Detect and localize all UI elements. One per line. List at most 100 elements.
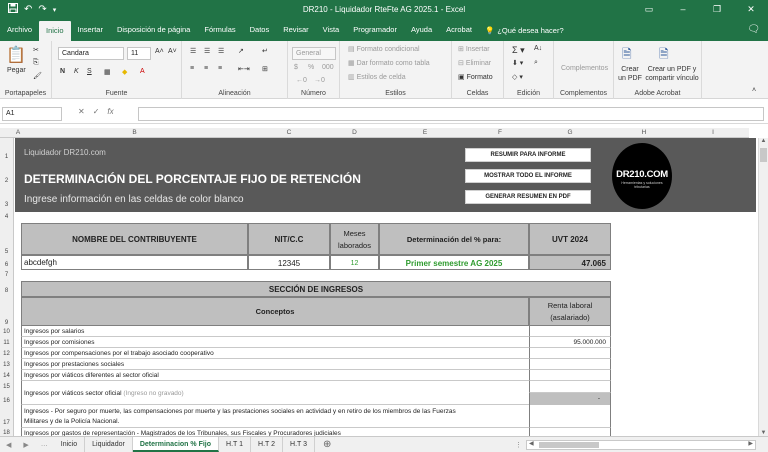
sheet-tab-determinacion[interactable]: Determinacion % Fijo (132, 437, 220, 452)
percent-button[interactable]: % (308, 64, 314, 71)
income-value[interactable] (529, 348, 611, 359)
row-header[interactable]: 12 (0, 348, 14, 359)
column-header[interactable]: B (21, 128, 248, 138)
scroll-left-icon[interactable]: ◀ (529, 440, 534, 447)
column-header[interactable]: I (677, 128, 749, 138)
tab-vista[interactable]: Vista (316, 19, 347, 41)
select-all-corner[interactable] (0, 128, 15, 138)
align-middle-icon[interactable]: ☰ (204, 47, 210, 55)
ribbon-display-icon[interactable]: ▭ (632, 0, 666, 19)
cell-styles-button[interactable]: ▥ Estilos de celda (348, 73, 406, 81)
hscroll-thumb[interactable] (539, 441, 599, 448)
cut-icon[interactable]: ✂ (33, 46, 39, 54)
row-header[interactable]: 10 (0, 326, 14, 337)
income-value[interactable] (529, 359, 611, 370)
tab-revisar[interactable]: Revisar (276, 19, 315, 41)
indent-icon[interactable]: ⇤⇥ (238, 65, 250, 73)
formula-input[interactable] (138, 107, 764, 121)
row-header[interactable]: 13 (0, 359, 14, 370)
row-header[interactable]: 16 (0, 392, 14, 405)
share-pdf-button[interactable]: Crear un PDF y compartir vínculo (644, 65, 700, 83)
row-header[interactable]: 4 (0, 212, 14, 222)
tab-archivo[interactable]: Archivo (0, 19, 39, 41)
conditional-format-button[interactable]: ▤ Formato condicional (348, 45, 420, 53)
next-sheet-icon[interactable]: ▶ (17, 441, 34, 449)
collapse-ribbon-icon[interactable]: ˄ (752, 87, 756, 94)
restore-button[interactable]: ❐ (700, 0, 734, 19)
row-header[interactable]: 11 (0, 337, 14, 348)
income-value[interactable] (529, 405, 611, 428)
sheet-tab-ht1[interactable]: H.T 1 (219, 437, 252, 452)
nit-input[interactable]: 12345 (248, 255, 330, 270)
column-header[interactable]: H (611, 128, 677, 138)
grow-font-icon[interactable]: A˄ (155, 48, 164, 55)
font-name-select[interactable]: Candara (58, 47, 124, 60)
align-right-icon[interactable]: ≡ (218, 65, 222, 72)
paste-icon[interactable]: 📋 (6, 45, 26, 65)
underline-button[interactable]: S (87, 68, 92, 75)
enter-icon[interactable]: ✓ (93, 107, 100, 116)
column-header[interactable]: G (529, 128, 611, 138)
scroll-up-icon[interactable]: ▲ (759, 138, 768, 144)
sheet-tab-liquidador[interactable]: Liquidador (85, 437, 133, 452)
row-header[interactable]: 7 (0, 270, 14, 280)
determination-select[interactable]: Primer semestre AG 2025 (379, 255, 529, 270)
decrease-decimal-icon[interactable]: →0 (314, 77, 325, 84)
taxpayer-name-input[interactable]: abcdefgh (21, 255, 248, 270)
comment-icon[interactable]: 🗨 (747, 19, 760, 41)
tab-ayuda[interactable]: Ayuda (404, 19, 439, 41)
fill-color-icon[interactable]: ◆ (122, 68, 127, 76)
column-header[interactable]: F (471, 128, 529, 138)
tab-inicio[interactable]: Inicio (39, 21, 71, 41)
create-pdf-button[interactable]: Crear un PDF (617, 65, 643, 83)
format-table-button[interactable]: ▦ Dar formato como tabla (348, 59, 430, 67)
row-header[interactable]: 18 (0, 428, 14, 436)
row-header[interactable]: 5 (0, 222, 14, 255)
row-header[interactable]: 1 (0, 138, 14, 162)
tab-acrobat[interactable]: Acrobat (439, 19, 479, 41)
share-pdf-icon[interactable]: 🗎 (659, 45, 669, 66)
format-painter-icon[interactable]: 🖌 (33, 72, 42, 80)
tab-datos[interactable]: Datos (243, 19, 277, 41)
tab-insertar[interactable]: Insertar (71, 19, 110, 41)
fill-icon[interactable]: ⬇ ▾ (512, 59, 523, 67)
column-header[interactable]: C (248, 128, 330, 138)
wrap-text-icon[interactable]: ↵ (262, 47, 268, 55)
row-header[interactable]: 6 (0, 255, 14, 270)
sheet-tab-ht2[interactable]: H.T 2 (251, 437, 284, 452)
shrink-font-icon[interactable]: A˅ (168, 48, 177, 55)
income-value[interactable] (529, 428, 611, 436)
close-button[interactable]: ✕ (734, 0, 768, 19)
horizontal-scrollbar[interactable]: ◀ ▶ (526, 439, 756, 450)
row-header[interactable]: 17 (0, 405, 14, 428)
paste-button[interactable]: Pegar (7, 67, 26, 74)
prev-sheet-icon[interactable]: ◀ (0, 441, 17, 449)
find-icon[interactable]: ⌕ (534, 59, 538, 67)
column-header[interactable]: D (330, 128, 379, 138)
font-size-select[interactable]: 11 (127, 47, 151, 60)
row-header[interactable]: 2 (0, 162, 14, 186)
row-header[interactable]: 9 (0, 297, 14, 326)
format-cells-button[interactable]: ▣ Formato (458, 73, 493, 81)
vertical-scrollbar[interactable]: ▲ ▼ (758, 138, 768, 436)
borders-icon[interactable]: ▦ (104, 68, 111, 76)
italic-button[interactable]: K (74, 68, 79, 75)
tab-split-handle[interactable]: ⋮ (511, 441, 526, 449)
customize-qa-icon[interactable]: ▾ (53, 6, 57, 14)
months-input[interactable]: 12 (330, 255, 379, 270)
addins-button[interactable]: Complementos (561, 65, 608, 72)
redo-icon[interactable]: ↷ (38, 4, 46, 15)
scroll-right-icon[interactable]: ▶ (748, 440, 753, 447)
delete-cells-button[interactable]: ⊟ Eliminar (458, 59, 491, 67)
align-left-icon[interactable]: ≡ (190, 65, 194, 72)
row-header[interactable]: 14 (0, 370, 14, 381)
tab-formulas[interactable]: Fórmulas (197, 19, 242, 41)
tab-disposicion[interactable]: Disposición de página (110, 19, 197, 41)
generate-pdf-button[interactable]: GENERAR RESUMEN EN PDF (465, 190, 591, 204)
currency-button[interactable]: $ (294, 64, 298, 71)
bold-button[interactable]: N (60, 68, 65, 75)
add-sheet-icon[interactable]: ⊕ (315, 439, 339, 450)
column-header[interactable]: E (379, 128, 471, 138)
summarize-report-button[interactable]: RESUMIR PARA INFORME (465, 148, 591, 162)
row-header[interactable]: 8 (0, 280, 14, 297)
